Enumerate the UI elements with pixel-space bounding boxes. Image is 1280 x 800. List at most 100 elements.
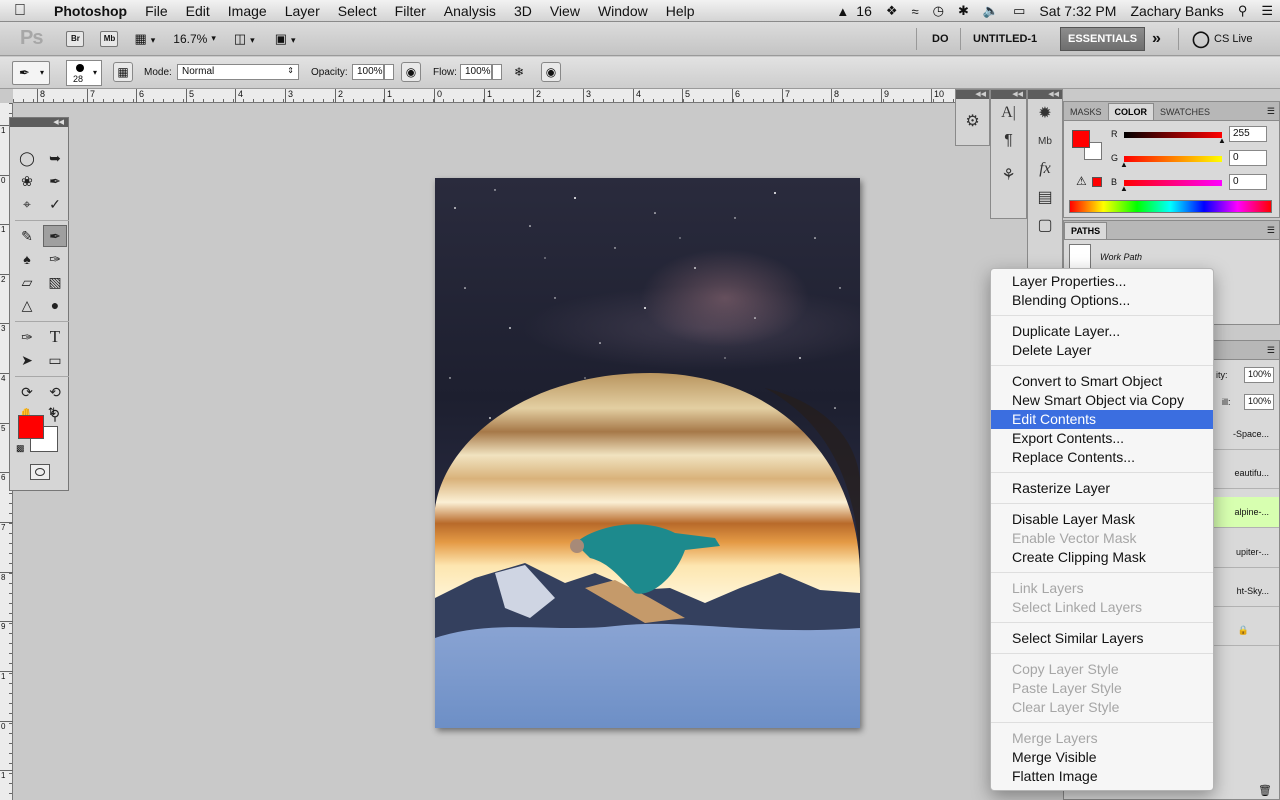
b-value-input[interactable]: 0	[1229, 174, 1267, 190]
tools-panel-header[interactable]: ◀◀	[10, 118, 68, 127]
menu-item-rasterize-layer[interactable]: Rasterize Layer	[991, 479, 1213, 498]
move-tool-icon[interactable]: ➥	[43, 147, 67, 169]
tab-swatches[interactable]: SWATCHES	[1154, 104, 1216, 120]
tab-masks[interactable]: MASKS	[1064, 104, 1108, 120]
menu-item-export-contents[interactable]: Export Contents...	[991, 429, 1213, 448]
menu-item-flatten-image[interactable]: Flatten Image	[991, 767, 1213, 786]
work-path-thumbnail[interactable]	[1069, 244, 1091, 270]
tool-presets-icon[interactable]: ⚙	[956, 99, 989, 143]
crop-tool-icon[interactable]: ⌖	[15, 193, 39, 215]
panel-menu-icon[interactable]: ☰	[1267, 106, 1275, 117]
rectangle-tool-icon[interactable]: ▭	[43, 349, 67, 371]
history-brush-tool-icon[interactable]: ✑	[43, 248, 67, 270]
menu-window[interactable]: Window	[589, 3, 657, 19]
airbrush-icon[interactable]: ❄	[509, 62, 529, 82]
more-workspaces-button[interactable]: »	[1152, 22, 1161, 56]
panel-menu-icon[interactable]: ☰	[1267, 345, 1275, 356]
blend-mode-select[interactable]: Normal ⇕	[177, 64, 299, 80]
eyedropper-tool-icon[interactable]: ✓	[43, 193, 67, 215]
zoom-dropdown-icon[interactable]: ▾	[211, 33, 216, 44]
menu-select[interactable]: Select	[329, 3, 386, 19]
lasso-tool-icon[interactable]: ❀	[15, 170, 39, 192]
collapse-panels-icon[interactable]: ◀◀	[991, 90, 1026, 99]
g-slider-handle-icon[interactable]: ▲	[1120, 160, 1128, 169]
cs-live-menu[interactable]: CS Live	[1214, 22, 1253, 56]
character-panel-icon[interactable]: A|	[991, 99, 1026, 127]
history-icon[interactable]: ▤	[1028, 183, 1062, 211]
menu-item-disable-layer-mask[interactable]: Disable Layer Mask	[991, 510, 1213, 529]
flow-input[interactable]: 100%	[460, 64, 492, 80]
menu-image[interactable]: Image	[219, 3, 276, 19]
tool-preset-picker[interactable]: ✒ ▾	[12, 61, 50, 85]
spot-healing-brush-tool-icon[interactable]: ✎	[15, 225, 39, 247]
menu-item-replace-contents[interactable]: Replace Contents...	[991, 448, 1213, 467]
arrange-documents-icon[interactable]: ◫ ▾	[234, 31, 255, 47]
adobe-updates-icon[interactable]: ▲	[829, 4, 856, 19]
quick-mask-icon[interactable]	[30, 464, 50, 480]
foreground-color-swatch[interactable]	[18, 415, 44, 439]
opacity-input[interactable]: 100%	[352, 64, 384, 80]
collapse-panels-icon[interactable]: ◀◀	[956, 90, 989, 99]
wifi-icon[interactable]: ≈	[905, 4, 926, 19]
menu-filter[interactable]: Filter	[386, 3, 435, 19]
pen-tool-icon[interactable]: ✑	[15, 326, 39, 348]
menu-help[interactable]: Help	[657, 3, 704, 19]
tablet-pressure-opacity-icon[interactable]: ◉	[401, 62, 421, 82]
menubar-clock[interactable]: Sat 7:32 PM	[1032, 3, 1123, 19]
workspace-do[interactable]: DO	[932, 22, 949, 56]
mini-bridge-icon[interactable]: Mb	[1028, 127, 1062, 155]
marquee-tool-icon[interactable]: ◯	[15, 147, 39, 169]
type-tool-icon[interactable]: T	[43, 326, 67, 348]
opacity-dropdown-icon[interactable]	[384, 64, 394, 80]
dodge-tool-icon[interactable]: ●	[43, 294, 67, 316]
eraser-tool-icon[interactable]: ▱	[15, 271, 39, 293]
tablet-pressure-size-icon[interactable]: ◉	[541, 62, 561, 82]
battery-icon[interactable]: ▭	[1006, 3, 1032, 19]
screen-mode-icon[interactable]: ▣ ▾	[275, 31, 296, 47]
view-extras-icon[interactable]: ▦ ▾	[134, 31, 155, 47]
gradient-tool-icon[interactable]: ▧	[43, 271, 67, 293]
brush-presets-icon[interactable]: ✹	[1028, 99, 1062, 127]
bluetooth-icon[interactable]: ✱	[951, 3, 976, 19]
menu-item-select-similar-layers[interactable]: Select Similar Layers	[991, 629, 1213, 648]
menubar-user[interactable]: Zachary Banks	[1123, 3, 1230, 19]
menu-analysis[interactable]: Analysis	[435, 3, 505, 19]
zoom-level[interactable]: 16.7%	[173, 32, 207, 46]
menu-item-edit-contents[interactable]: Edit Contents	[991, 410, 1213, 429]
3d-orbit-tool-icon[interactable]: ⟲	[43, 381, 67, 403]
r-value-input[interactable]: 255	[1229, 126, 1267, 142]
path-selection-tool-icon[interactable]: ➤	[15, 349, 39, 371]
brush-tool-icon[interactable]: ✒	[43, 225, 67, 247]
menu-item-duplicate-layer[interactable]: Duplicate Layer...	[991, 322, 1213, 341]
brush-preset-picker[interactable]: 28 ▾	[66, 60, 102, 86]
menu-item-new-smart-object-via-copy[interactable]: New Smart Object via Copy	[991, 391, 1213, 410]
brush-panel-toggle-icon[interactable]: ▦	[113, 62, 133, 82]
launch-bridge-button[interactable]: Br	[66, 30, 85, 47]
default-colors-icon[interactable]: ▩	[16, 443, 25, 454]
menu-edit[interactable]: Edit	[177, 3, 219, 19]
menu-view[interactable]: View	[541, 3, 589, 19]
swap-colors-icon[interactable]: ⇅	[48, 407, 56, 418]
workspace-untitled-1[interactable]: UNTITLED-1	[973, 22, 1037, 56]
r-slider[interactable]	[1124, 132, 1222, 138]
menu-layer[interactable]: Layer	[276, 3, 329, 19]
panel-menu-icon[interactable]: ☰	[1267, 225, 1275, 236]
color-spectrum-bar[interactable]	[1069, 200, 1272, 213]
menu-item-layer-properties[interactable]: Layer Properties...	[991, 272, 1213, 291]
paragraph-panel-icon[interactable]: ¶	[991, 127, 1026, 155]
layer-fill-input[interactable]: 100%	[1244, 394, 1274, 410]
tab-color[interactable]: COLOR	[1107, 103, 1155, 120]
b-slider-handle-icon[interactable]: ▲	[1120, 184, 1128, 193]
app-menu[interactable]: Photoshop	[40, 3, 136, 19]
menu-item-convert-to-smart-object[interactable]: Convert to Smart Object	[991, 372, 1213, 391]
b-slider[interactable]	[1124, 180, 1222, 186]
g-value-input[interactable]: 0	[1229, 150, 1267, 166]
tab-paths[interactable]: PATHS	[1064, 222, 1108, 239]
notification-list-icon[interactable]: ☰	[1254, 3, 1280, 19]
menu-item-delete-layer[interactable]: Delete Layer	[991, 341, 1213, 360]
apple-menu-icon[interactable]: 	[0, 2, 40, 20]
menu-item-merge-visible[interactable]: Merge Visible	[991, 748, 1213, 767]
document-canvas[interactable]	[435, 178, 860, 728]
flow-dropdown-icon[interactable]	[492, 64, 502, 80]
menu-item-blending-options[interactable]: Blending Options...	[991, 291, 1213, 310]
